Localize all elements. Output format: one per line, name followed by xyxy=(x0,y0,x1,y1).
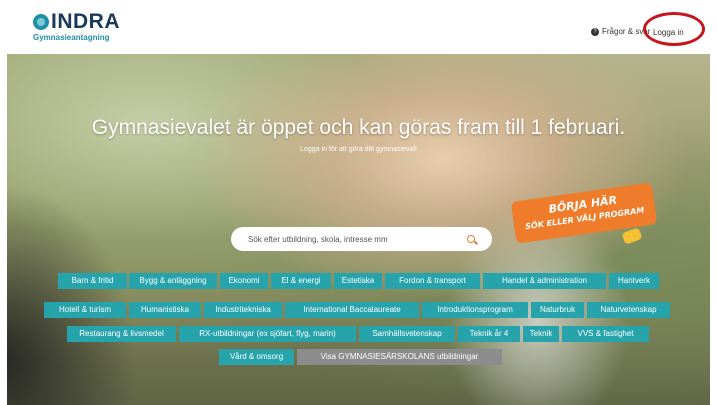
program-tag[interactable]: Fordon & transport xyxy=(385,273,480,289)
program-tag[interactable]: Estetiska xyxy=(334,273,382,289)
program-tag[interactable]: Restaurang & livsmedel xyxy=(67,326,176,342)
program-tag[interactable]: VVS & fastighet xyxy=(562,326,649,342)
program-tag[interactable]: Barn & fritid xyxy=(58,273,127,289)
logo-mark-icon xyxy=(33,14,49,30)
program-tag[interactable]: Hotell & turism xyxy=(44,302,126,318)
program-tag[interactable]: International Baccalaureate xyxy=(285,302,419,318)
program-tag[interactable]: Naturbruk xyxy=(531,302,584,318)
hero-subline: Logga in för att göra ditt gymnasieval! xyxy=(300,146,417,153)
hero-banner: Gymnasievalet är öppet och kan göras fra… xyxy=(7,54,710,405)
program-tag[interactable]: Teknik år 4 xyxy=(458,326,520,342)
program-tag[interactable]: RX-utbildningar (ex sjöfart, flyg, marin… xyxy=(179,326,356,342)
search-input[interactable] xyxy=(246,233,465,245)
program-tag[interactable]: Naturvetenskap xyxy=(587,302,670,318)
hero-headline: Gymnasievalet är öppet och kan göras fra… xyxy=(91,116,626,139)
logo-subtitle: Gymnasieantagning xyxy=(33,33,110,42)
program-tag[interactable]: Introduktionsprogram xyxy=(422,302,528,318)
top-bar: INDRA Gymnasieantagning ? Frågor & svar … xyxy=(0,0,717,54)
program-tag[interactable]: Teknik xyxy=(523,326,559,342)
program-tag[interactable]: Industritekniska xyxy=(204,302,282,318)
search-icon[interactable] xyxy=(467,235,475,243)
program-tag[interactable]: Hantverk xyxy=(609,273,659,289)
program-tag[interactable]: El & energi xyxy=(271,273,331,289)
program-tag[interactable]: Handel & administration xyxy=(483,273,606,289)
program-tag[interactable]: Humanistiska xyxy=(129,302,201,318)
program-tag[interactable]: Bygg & anläggning xyxy=(129,273,217,289)
login-button[interactable]: Logga in xyxy=(653,28,684,37)
logo-text: INDRA xyxy=(51,10,120,33)
faq-link[interactable]: ? Frågor & svar xyxy=(591,27,650,36)
question-icon: ? xyxy=(591,27,599,36)
program-tag[interactable]: Samhällsvetenskap xyxy=(359,326,455,342)
program-tag[interactable]: Ekonomi xyxy=(220,273,268,289)
search-bar[interactable] xyxy=(231,227,492,251)
indra-logo[interactable]: INDRA Gymnasieantagning xyxy=(33,10,120,42)
program-tag[interactable]: Vård & omsorg xyxy=(219,349,294,365)
arrow-icon xyxy=(621,227,643,245)
special-programs-button[interactable]: Visa GYMNASIESÄRSKOLANS utbildningar xyxy=(297,349,502,365)
